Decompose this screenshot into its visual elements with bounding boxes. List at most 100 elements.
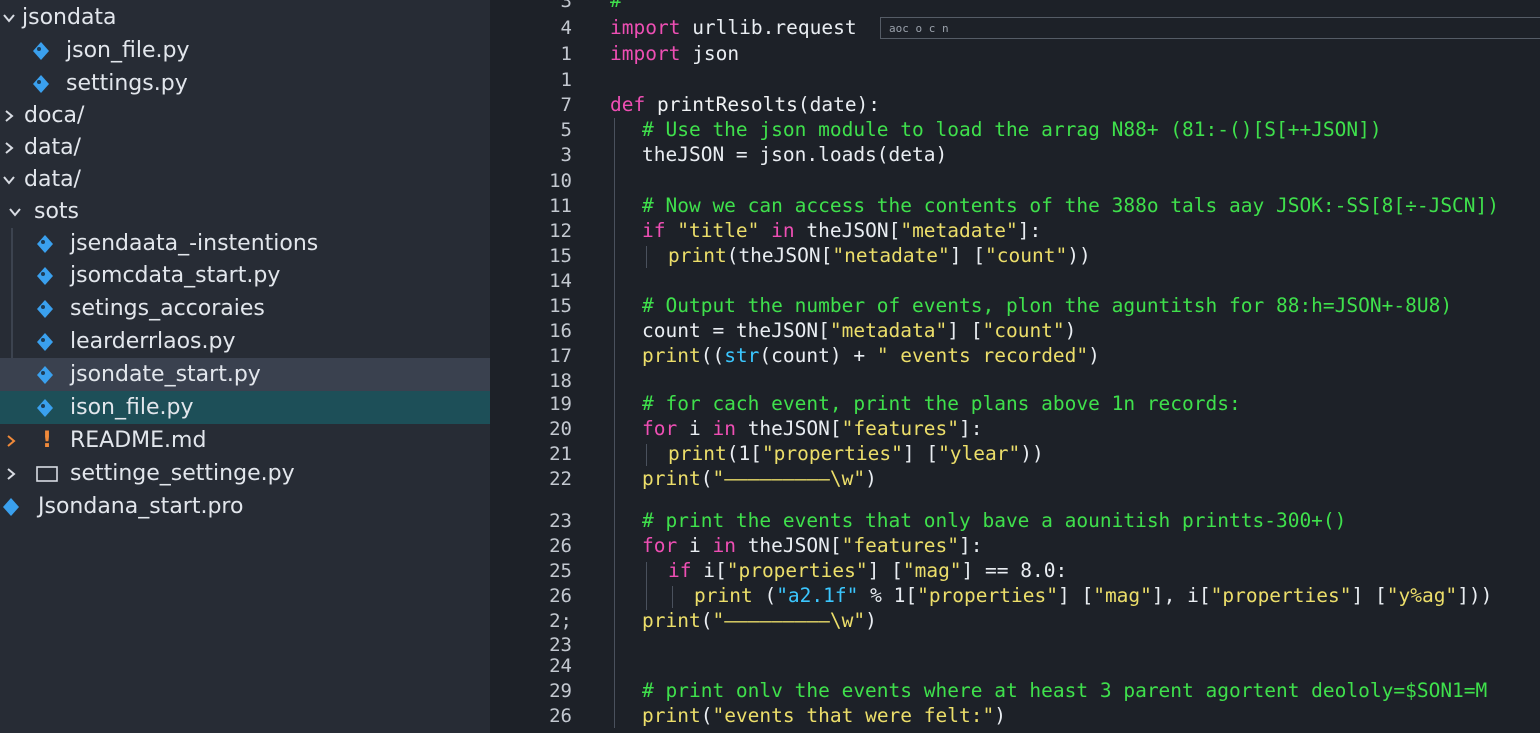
code-line[interactable]: # Use the json module to load the arrag …: [642, 117, 1382, 143]
code-line[interactable]: if "title" in theJSON["metadate"]:: [642, 218, 1041, 244]
line-number: 3: [560, 144, 572, 166]
folder-label: data/: [24, 135, 81, 160]
folder-data[interactable]: data/: [0, 131, 490, 164]
code-token: ]:: [959, 534, 983, 557]
code-token: "—————————\w": [712, 467, 866, 490]
folder-sots[interactable]: sots: [0, 195, 490, 228]
file-settinge[interactable]: settinge_settinge.py: [0, 457, 490, 490]
file-json-file[interactable]: json_file.py: [0, 34, 490, 67]
file-settings[interactable]: settings.py: [0, 67, 490, 100]
code-line[interactable]: for i in theJSON["features"]:: [642, 533, 983, 559]
indent-guide: [646, 562, 647, 610]
code-token: in: [771, 219, 795, 242]
code-line[interactable]: print("—————————\w"): [642, 466, 877, 492]
code-token: str: [724, 344, 760, 367]
file-accorales[interactable]: setings_accoraies: [0, 292, 490, 325]
file-leader[interactable]: learderrlaos.py: [0, 325, 490, 358]
indent-guide: [672, 586, 673, 608]
code-line[interactable]: def printResolts(date):: [610, 92, 880, 118]
file-intentions[interactable]: jsendaata_-instentions: [0, 227, 490, 260]
chevron-right-icon: [2, 462, 20, 486]
file-label: setings_accoraies: [70, 296, 265, 321]
indent-guide: [614, 118, 615, 728]
exclamation-icon: !: [41, 428, 53, 453]
line-number: 11: [549, 195, 572, 217]
code-line[interactable]: # print the events that only bave a aoun…: [642, 508, 1346, 534]
code-token: ): [1088, 344, 1100, 367]
code-token: "netadate": [832, 244, 950, 267]
folder-label: data/: [24, 167, 81, 192]
code-line[interactable]: import urllib.request: [610, 15, 857, 41]
folder-data-expanded[interactable]: data/: [0, 163, 490, 196]
folder-docs[interactable]: doca/: [0, 99, 490, 132]
code-token: "properties": [726, 559, 868, 582]
code-token: (count) +: [759, 344, 877, 367]
code-line[interactable]: print("events that were felt:"): [642, 703, 1006, 729]
code-line[interactable]: if i["properties"] ["mag"] == 8.0:: [668, 558, 1067, 584]
line-number: 26: [549, 535, 572, 557]
line-number: 26: [549, 585, 572, 607]
code-line[interactable]: print(1["properties"] ["ylear")): [668, 441, 1044, 467]
code-line[interactable]: theJSON = json.loads(deta): [642, 142, 947, 168]
code-token: (: [700, 609, 713, 632]
code-line[interactable]: print((str(count) + " events recorded"): [642, 343, 1100, 369]
code-token: "mag": [902, 559, 962, 582]
code-token: json: [680, 42, 740, 65]
line-number: 25: [549, 560, 572, 582]
file-label: jsondate_start.py: [70, 362, 261, 387]
code-token: ] [: [1351, 584, 1387, 607]
code-line[interactable]: # for cach event, print the plans above …: [642, 391, 1241, 417]
code-token: ] [: [867, 559, 903, 582]
code-line[interactable]: print("—————————\w"): [642, 608, 877, 634]
code-token: print: [694, 584, 753, 607]
code-line[interactable]: # Now we can access the contents of the …: [642, 193, 1499, 219]
line-number: 1: [560, 43, 572, 65]
code-token: print: [668, 442, 727, 465]
code-line[interactable]: print(theJSON["netadate"] ["count")): [668, 243, 1091, 269]
indent-guide: [646, 444, 647, 466]
line-number: 14: [549, 270, 572, 292]
code-line[interactable]: print ("a2.1f" % 1["properties"] ["mag"]…: [694, 583, 1492, 609]
file-start-a[interactable]: jsomcdata_start.py: [0, 259, 490, 292]
code-token: i: [677, 417, 713, 440]
line-number: 1: [560, 69, 572, 91]
code-token: print: [642, 704, 701, 727]
line-number: 3: [560, 0, 572, 12]
file-label: learderrlaos.py: [70, 329, 236, 354]
code-token: printResolts: [645, 93, 798, 116]
line-number: 26: [549, 705, 572, 727]
file-jsondana[interactable]: Jsondana_start.pro: [0, 490, 490, 523]
code-token: (: [700, 467, 713, 490]
code-token: # Output the number of events, plon the …: [642, 294, 1453, 317]
file-start-b[interactable]: jsondate_start.py: [0, 358, 490, 391]
code-token: theJSON[: [735, 534, 842, 557]
file-label: jsomcdata_start.py: [70, 263, 281, 288]
code-token: print: [642, 467, 701, 490]
line-number: 10: [549, 170, 572, 192]
file-readme[interactable]: ! README.md: [0, 424, 490, 457]
code-editor[interactable]: aoc o c n 3 4 1 1 7 5 3 10 11 12 15 14 15 16 17 18 19 20 2…: [490, 0, 1540, 733]
code-line[interactable]: #: [610, 0, 622, 14]
code-line[interactable]: import json: [610, 41, 739, 67]
code-token: ], i[: [1151, 584, 1211, 607]
code-token: ]:: [1017, 219, 1042, 242]
code-token: (: [700, 704, 713, 727]
code-line[interactable]: for i in theJSON["features"]:: [642, 416, 983, 442]
code-token: % 1[: [858, 584, 918, 607]
code-token: ]:: [959, 417, 983, 440]
code-token: theJSON[: [735, 417, 842, 440]
code-token: "features": [841, 417, 960, 440]
folder-jsondata[interactable]: jsondata: [0, 1, 490, 34]
line-number: 12: [549, 220, 572, 242]
folder-label: doca/: [24, 103, 85, 128]
line-number: 5: [560, 119, 572, 141]
file-json-file-active[interactable]: ison_file.py: [0, 391, 490, 424]
line-number: 22: [549, 468, 572, 490]
line-number: 24: [549, 655, 572, 677]
code-line[interactable]: count = theJSON["metadata"] ["count"): [642, 318, 1076, 344]
code-line[interactable]: # print onlv the events where at heast 3…: [642, 678, 1487, 704]
find-bar[interactable]: aoc o c n: [880, 17, 1540, 39]
code-line[interactable]: # Output the number of events, plon the …: [642, 293, 1452, 319]
python-file-icon: [34, 265, 56, 287]
folder-label: jsondata: [22, 5, 117, 30]
